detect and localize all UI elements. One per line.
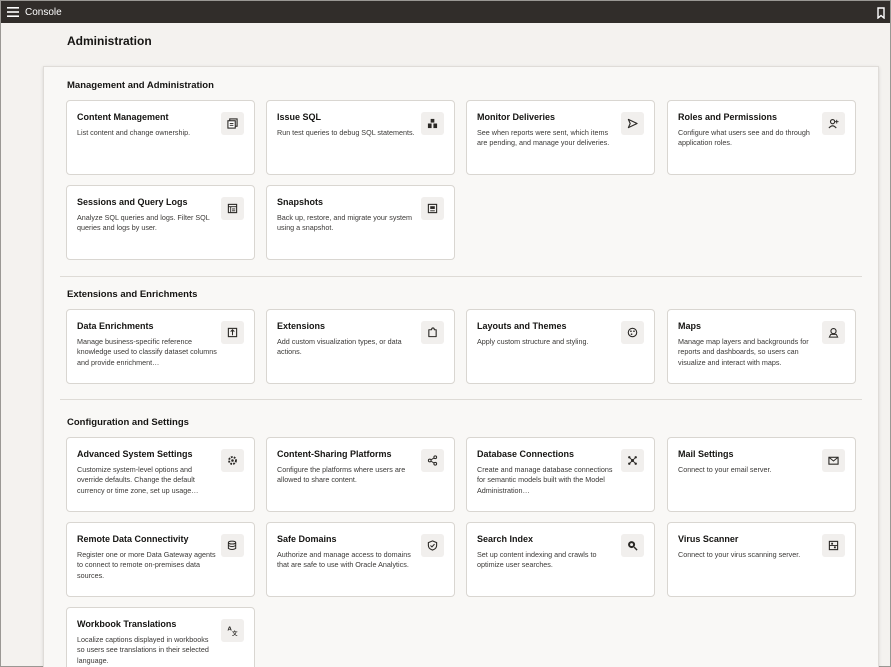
card-remote-data-connectivity[interactable]: Remote Data Connectivity Register one or… [66, 522, 255, 597]
card-virus-scanner[interactable]: Virus Scanner Connect to your virus scan… [667, 522, 856, 597]
card-title: Mail Settings [678, 449, 734, 459]
hamburger-menu-icon[interactable] [2, 1, 24, 23]
bookmark-icon[interactable] [876, 6, 886, 20]
translate-icon: A文 [221, 619, 244, 642]
palette-icon [621, 321, 644, 344]
card-title: Content-Sharing Platforms [277, 449, 392, 459]
database-icon [221, 534, 244, 557]
card-title: Database Connections [477, 449, 575, 459]
card-description: Register one or more Data Gateway agents… [77, 550, 216, 580]
card-title: Issue SQL [277, 112, 322, 122]
page-title: Administration [67, 34, 152, 48]
data-enrichment-icon [221, 321, 244, 344]
virus-scanner-icon [822, 534, 845, 557]
card-title: Virus Scanner [678, 534, 739, 544]
card-issue-sql[interactable]: Issue SQL Run test queries to debug SQL … [266, 100, 455, 175]
search-index-icon [621, 534, 644, 557]
card-title: Remote Data Connectivity [77, 534, 189, 544]
card-content-management[interactable]: Content Management List content and chan… [66, 100, 255, 175]
map-pin-icon [822, 321, 845, 344]
card-description: Manage map layers and backgrounds for re… [678, 337, 809, 367]
send-icon [621, 112, 644, 135]
snapshot-icon [421, 197, 444, 220]
card-description: Back up, restore, and migrate your syste… [277, 213, 413, 233]
card-extensions[interactable]: Extensions Add custom visualization type… [266, 309, 455, 384]
card-title: Extensions [277, 321, 326, 331]
card-title: Content Management [77, 112, 169, 122]
card-title: Safe Domains [277, 534, 337, 544]
card-safe-domains[interactable]: Safe Domains Authorize and manage access… [266, 522, 455, 597]
card-advanced-system-settings[interactable]: Advanced System Settings Customize syste… [66, 437, 255, 512]
database-connection-icon [621, 449, 644, 472]
section-title-extensions: Extensions and Enrichments [67, 289, 198, 300]
card-title: Maps [678, 321, 702, 331]
card-description: Customize system-level options and overr… [77, 465, 199, 495]
card-title: Data Enrichments [77, 321, 154, 331]
mail-icon [822, 449, 845, 472]
card-description: Localize captions displayed in workbooks… [77, 635, 209, 665]
card-snapshots[interactable]: Snapshots Back up, restore, and migrate … [266, 185, 455, 260]
section-divider [60, 399, 862, 400]
card-title: Monitor Deliveries [477, 112, 556, 122]
shield-icon [421, 534, 444, 557]
admin-panel: Management and Administration Content Ma… [43, 66, 879, 667]
card-description: Connect to your email server. [678, 465, 772, 474]
card-monitor-deliveries[interactable]: Monitor Deliveries See when reports were… [466, 100, 655, 175]
card-description: Apply custom structure and styling. [477, 337, 589, 346]
card-description: Create and manage database connections f… [477, 465, 613, 495]
card-title: Sessions and Query Logs [77, 197, 188, 207]
section-divider [60, 276, 862, 277]
card-database-connections[interactable]: Database Connections Create and manage d… [466, 437, 655, 512]
card-roles-permissions[interactable]: Roles and Permissions Configure what use… [667, 100, 856, 175]
card-title: Snapshots [277, 197, 324, 207]
card-layouts-themes[interactable]: Layouts and Themes Apply custom structur… [466, 309, 655, 384]
card-title: Layouts and Themes [477, 321, 567, 331]
content-management-icon [221, 112, 244, 135]
card-description: Add custom visualization types, or data … [277, 337, 402, 357]
card-title: Advanced System Settings [77, 449, 193, 459]
card-description: Analyze SQL queries and logs. Filter SQL… [77, 213, 210, 233]
card-description: Configure the platforms where users are … [277, 465, 406, 485]
card-title: Search Index [477, 534, 534, 544]
card-description: Authorize and manage access to domains t… [277, 550, 411, 570]
app-title: Console [25, 6, 62, 18]
card-description: Configure what users see and do through … [678, 128, 810, 148]
card-workbook-translations[interactable]: Workbook Translations Localize captions … [66, 607, 255, 667]
card-sessions-query-logs[interactable]: Sessions and Query Logs Analyze SQL quer… [66, 185, 255, 260]
card-description: See when reports were sent, which items … [477, 128, 610, 148]
card-description: Run test queries to debug SQL statements… [277, 128, 415, 137]
share-icon [421, 449, 444, 472]
card-description: Set up content indexing and crawls to op… [477, 550, 597, 570]
card-mail-settings[interactable]: Mail Settings Connect to your email serv… [667, 437, 856, 512]
section-title-management: Management and Administration [67, 80, 214, 91]
extension-icon [421, 321, 444, 344]
logs-icon [221, 197, 244, 220]
issue-sql-icon [421, 112, 444, 135]
card-description: Connect to your virus scanning server. [678, 550, 801, 559]
section-title-configuration: Configuration and Settings [67, 417, 189, 428]
card-title: Workbook Translations [77, 619, 177, 629]
card-description: Manage business-specific reference knowl… [77, 337, 217, 367]
card-search-index[interactable]: Search Index Set up content indexing and… [466, 522, 655, 597]
top-bar: Console [1, 1, 890, 23]
card-content-sharing-platforms[interactable]: Content-Sharing Platforms Configure the … [266, 437, 455, 512]
card-data-enrichments[interactable]: Data Enrichments Manage business-specifi… [66, 309, 255, 384]
card-title: Roles and Permissions [678, 112, 778, 122]
user-roles-icon [822, 112, 845, 135]
card-maps[interactable]: Maps Manage map layers and backgrounds f… [667, 309, 856, 384]
svg-text:文: 文 [232, 630, 238, 636]
gear-icon [221, 449, 244, 472]
card-description: List content and change ownership. [77, 128, 191, 137]
